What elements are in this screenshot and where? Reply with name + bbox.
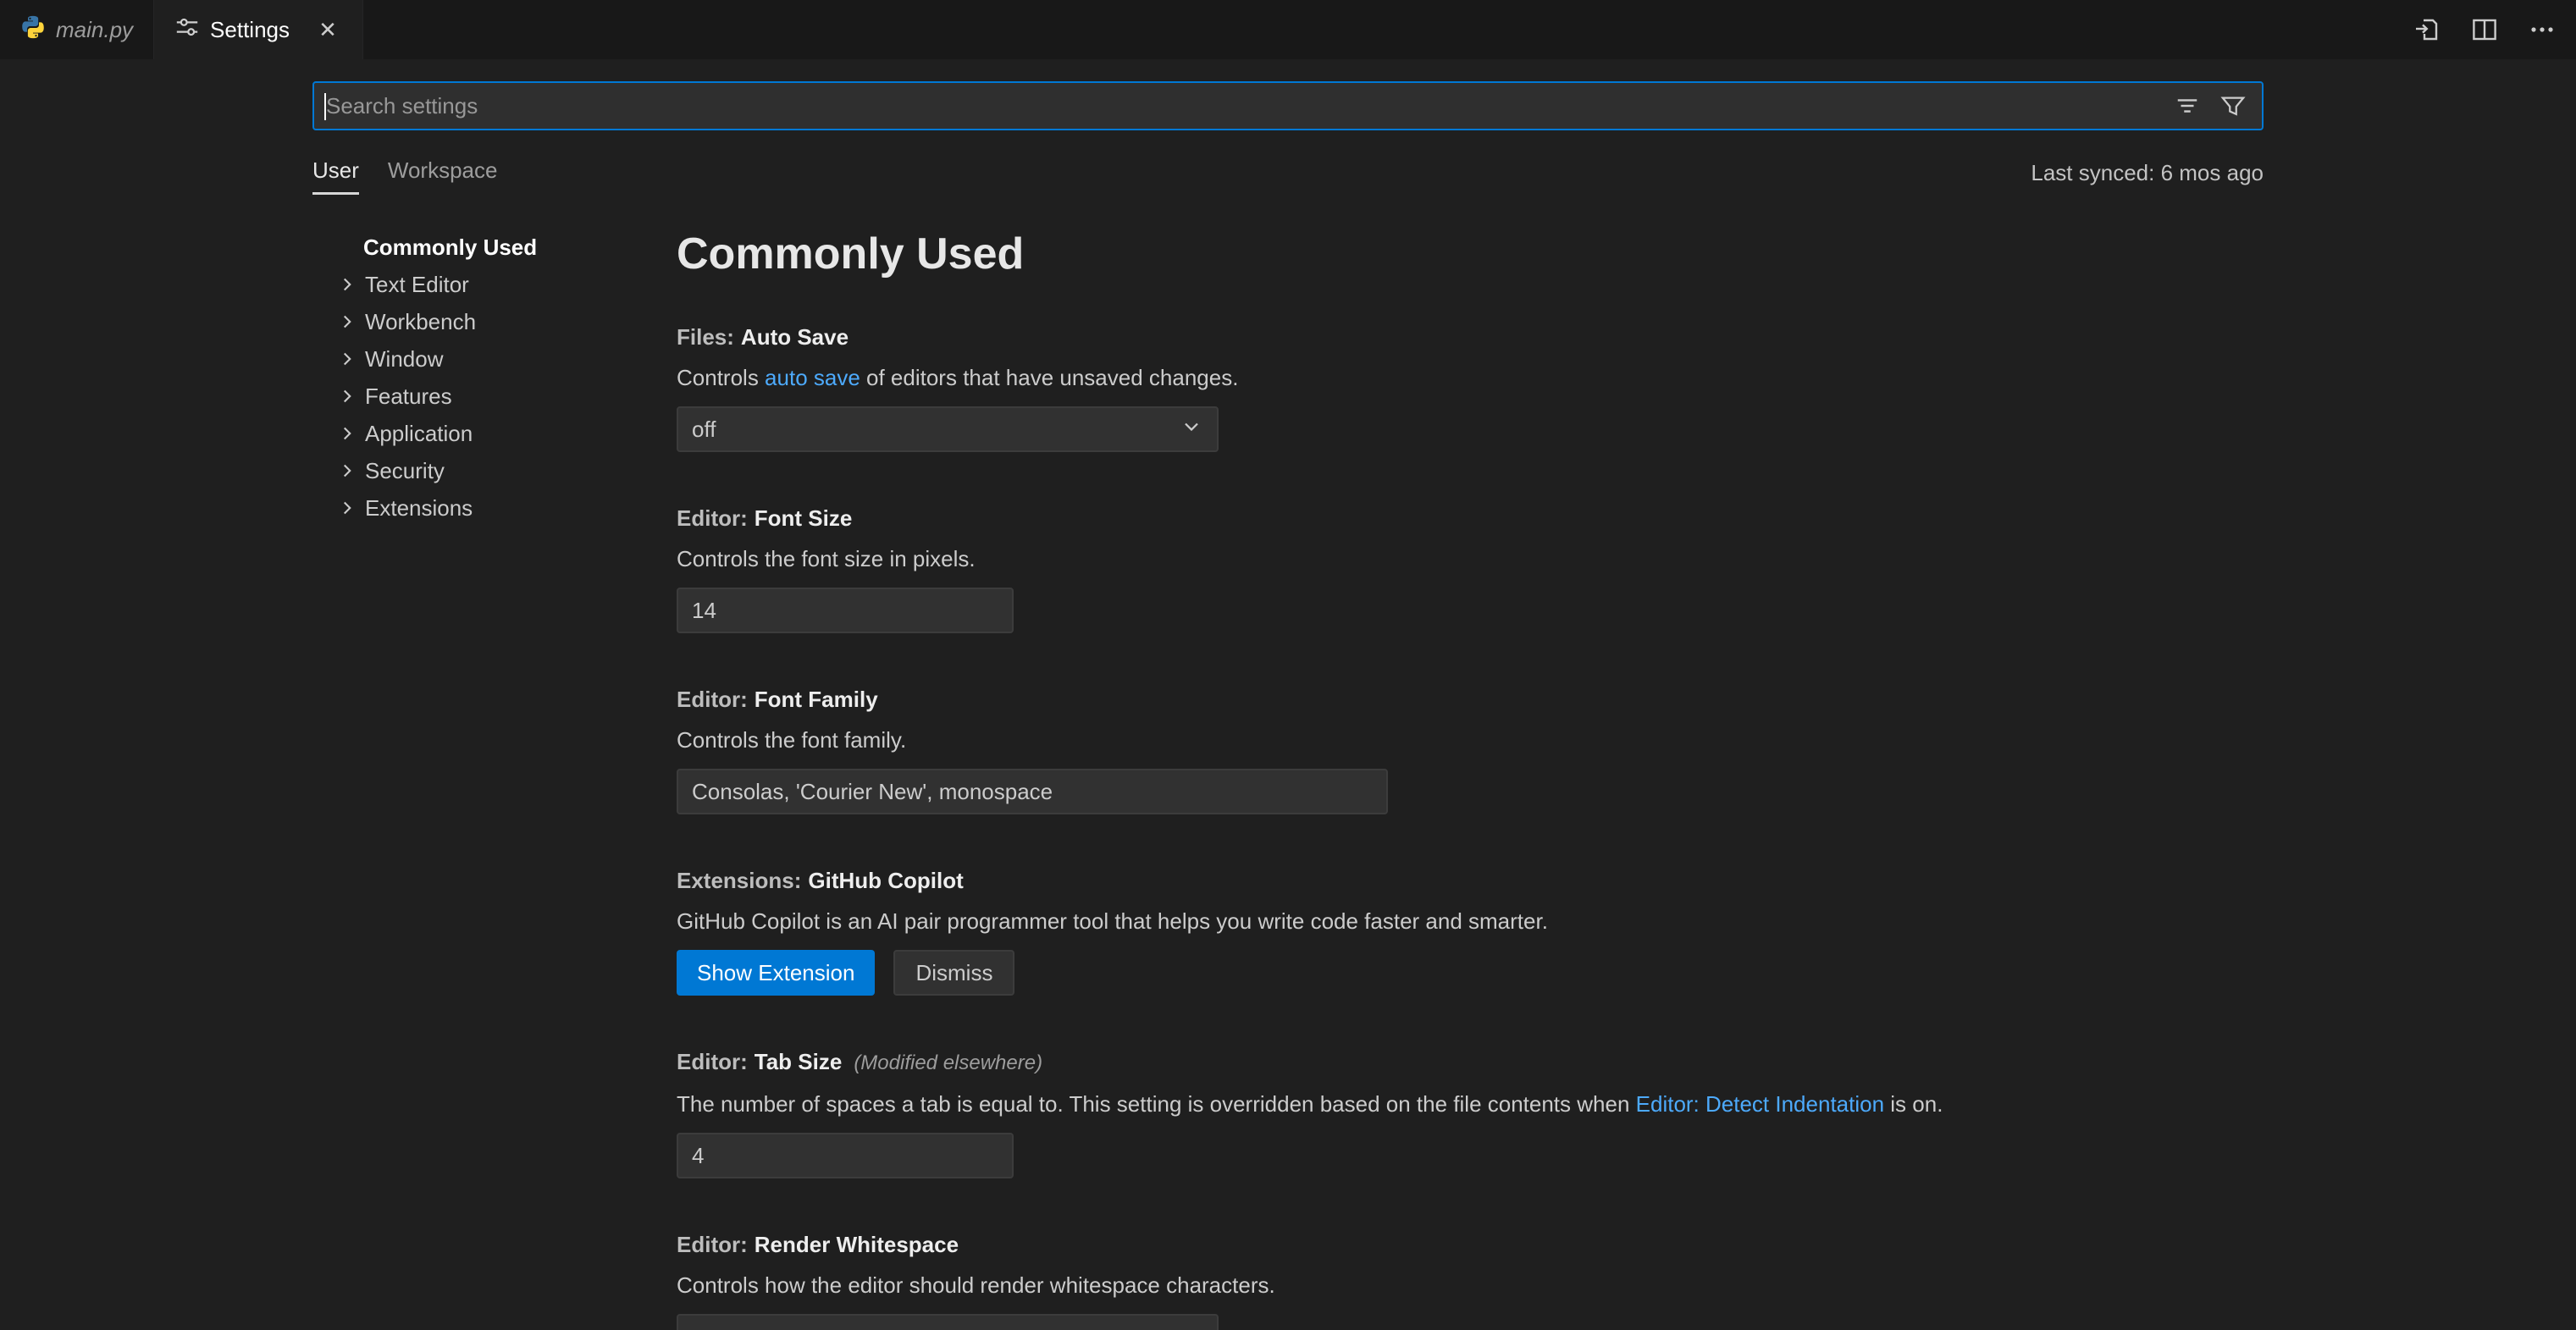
editor-actions (2410, 0, 2576, 59)
dismiss-button[interactable]: Dismiss (893, 950, 1014, 996)
setting-title: Editor: Tab Size (Modified elsewhere) (677, 1046, 2264, 1079)
toc-item-features[interactable]: Features (312, 378, 609, 415)
font-size-input[interactable] (677, 588, 1014, 633)
tab-user[interactable]: User (312, 157, 359, 195)
toc-item-extensions[interactable]: Extensions (312, 489, 609, 527)
chevron-right-icon (336, 348, 358, 370)
setting-title: Editor: Render Whitespace (677, 1229, 2264, 1260)
render-whitespace-select[interactable] (677, 1314, 1219, 1330)
filter-funnel-icon[interactable] (2216, 89, 2250, 123)
setting-label: GitHub Copilot (808, 868, 963, 893)
setting-editor-font-family: Editor: Font Family Controls the font fam… (677, 684, 2264, 814)
setting-extensions-github-copilot: Extensions: GitHub Copilot GitHub Copilot… (677, 865, 2264, 996)
setting-category: Editor: (677, 505, 748, 531)
more-actions-icon[interactable] (2525, 13, 2559, 47)
setting-label: Font Size (755, 505, 853, 531)
detect-indentation-link[interactable]: Editor: Detect Indentation (1636, 1091, 1884, 1117)
setting-title: Files: Auto Save (677, 322, 2264, 352)
chevron-down-icon (1180, 415, 1203, 444)
setting-title: Editor: Font Size (677, 503, 2264, 533)
settings-list: Commonly Used Files: Auto Save Controls a… (609, 229, 2264, 1330)
modified-elsewhere-note: (Modified elsewhere) (854, 1051, 1042, 1074)
setting-description: Controls the font size in pixels. (677, 544, 2264, 574)
chevron-right-icon (336, 311, 358, 333)
chevron-right-icon (336, 273, 358, 295)
auto-save-select[interactable]: off (677, 406, 1219, 452)
chevron-right-icon (336, 497, 358, 519)
text-cursor (324, 93, 326, 120)
setting-label: Tab Size (755, 1049, 843, 1074)
split-editor-icon[interactable] (2468, 13, 2501, 47)
settings-editor: User Workspace Last synced: 6 mos ago Co… (0, 81, 2576, 1330)
close-icon[interactable]: ✕ (313, 15, 342, 44)
chevron-right-icon (336, 460, 358, 482)
setting-editor-font-size: Editor: Font Size Controls the font size … (677, 503, 2264, 633)
setting-category: Extensions: (677, 868, 801, 893)
filter-list-icon[interactable] (2170, 89, 2204, 123)
chevron-right-icon (336, 385, 358, 407)
setting-description: Controls how the editor should render wh… (677, 1270, 2264, 1300)
setting-description: Controls auto save of editors that have … (677, 362, 2264, 393)
setting-title: Extensions: GitHub Copilot (677, 865, 2264, 896)
tab-size-input[interactable] (677, 1133, 1014, 1178)
setting-category: Editor: (677, 687, 748, 712)
toc-item-security[interactable]: Security (312, 452, 609, 489)
settings-search-box (312, 81, 2264, 130)
tab-label: Settings (210, 17, 290, 43)
setting-label: Auto Save (741, 324, 849, 350)
editor-tab-bar: main.py Settings ✕ (0, 0, 2576, 59)
font-family-input[interactable] (677, 769, 1388, 814)
search-input[interactable] (314, 83, 2170, 129)
setting-description: The number of spaces a tab is equal to. … (677, 1089, 2264, 1119)
setting-description: Controls the font family. (677, 725, 2264, 755)
settings-toc: Commonly Used Text Editor Workbench Wind… (312, 229, 609, 1330)
tab-label: main.py (56, 17, 133, 43)
toc-item-application[interactable]: Application (312, 415, 609, 452)
auto-save-link[interactable]: auto save (765, 365, 860, 390)
setting-category: Files: (677, 324, 734, 350)
open-settings-json-icon[interactable] (2410, 13, 2444, 47)
settings-sliders-icon (174, 14, 200, 46)
setting-files-auto-save: Files: Auto Save Controls auto save of ed… (677, 322, 2264, 452)
setting-editor-render-whitespace: Editor: Render Whitespace Controls how th… (677, 1229, 2264, 1330)
tab-main-py[interactable]: main.py (0, 0, 154, 59)
setting-description: GitHub Copilot is an AI pair programmer … (677, 906, 2264, 936)
setting-category: Editor: (677, 1232, 748, 1257)
show-extension-button[interactable]: Show Extension (677, 950, 875, 996)
toc-item-commonly-used[interactable]: Commonly Used (312, 229, 609, 266)
last-synced-label: Last synced: 6 mos ago (2031, 160, 2264, 195)
setting-category: Editor: (677, 1049, 748, 1074)
toc-item-text-editor[interactable]: Text Editor (312, 266, 609, 303)
tab-settings[interactable]: Settings ✕ (154, 0, 363, 59)
toc-item-workbench[interactable]: Workbench (312, 303, 609, 340)
chevron-right-icon (336, 422, 358, 444)
chevron-down-icon (1180, 1322, 1203, 1330)
setting-editor-tab-size: Editor: Tab Size (Modified elsewhere) The … (677, 1046, 2264, 1178)
python-icon (20, 14, 46, 46)
toc-item-window[interactable]: Window (312, 340, 609, 378)
setting-label: Font Family (755, 687, 878, 712)
page-title: Commonly Used (677, 229, 2264, 279)
setting-title: Editor: Font Family (677, 684, 2264, 715)
scope-switcher: User Workspace Last synced: 6 mos ago (312, 157, 2264, 195)
setting-label: Render Whitespace (755, 1232, 959, 1257)
tab-workspace[interactable]: Workspace (388, 157, 498, 195)
